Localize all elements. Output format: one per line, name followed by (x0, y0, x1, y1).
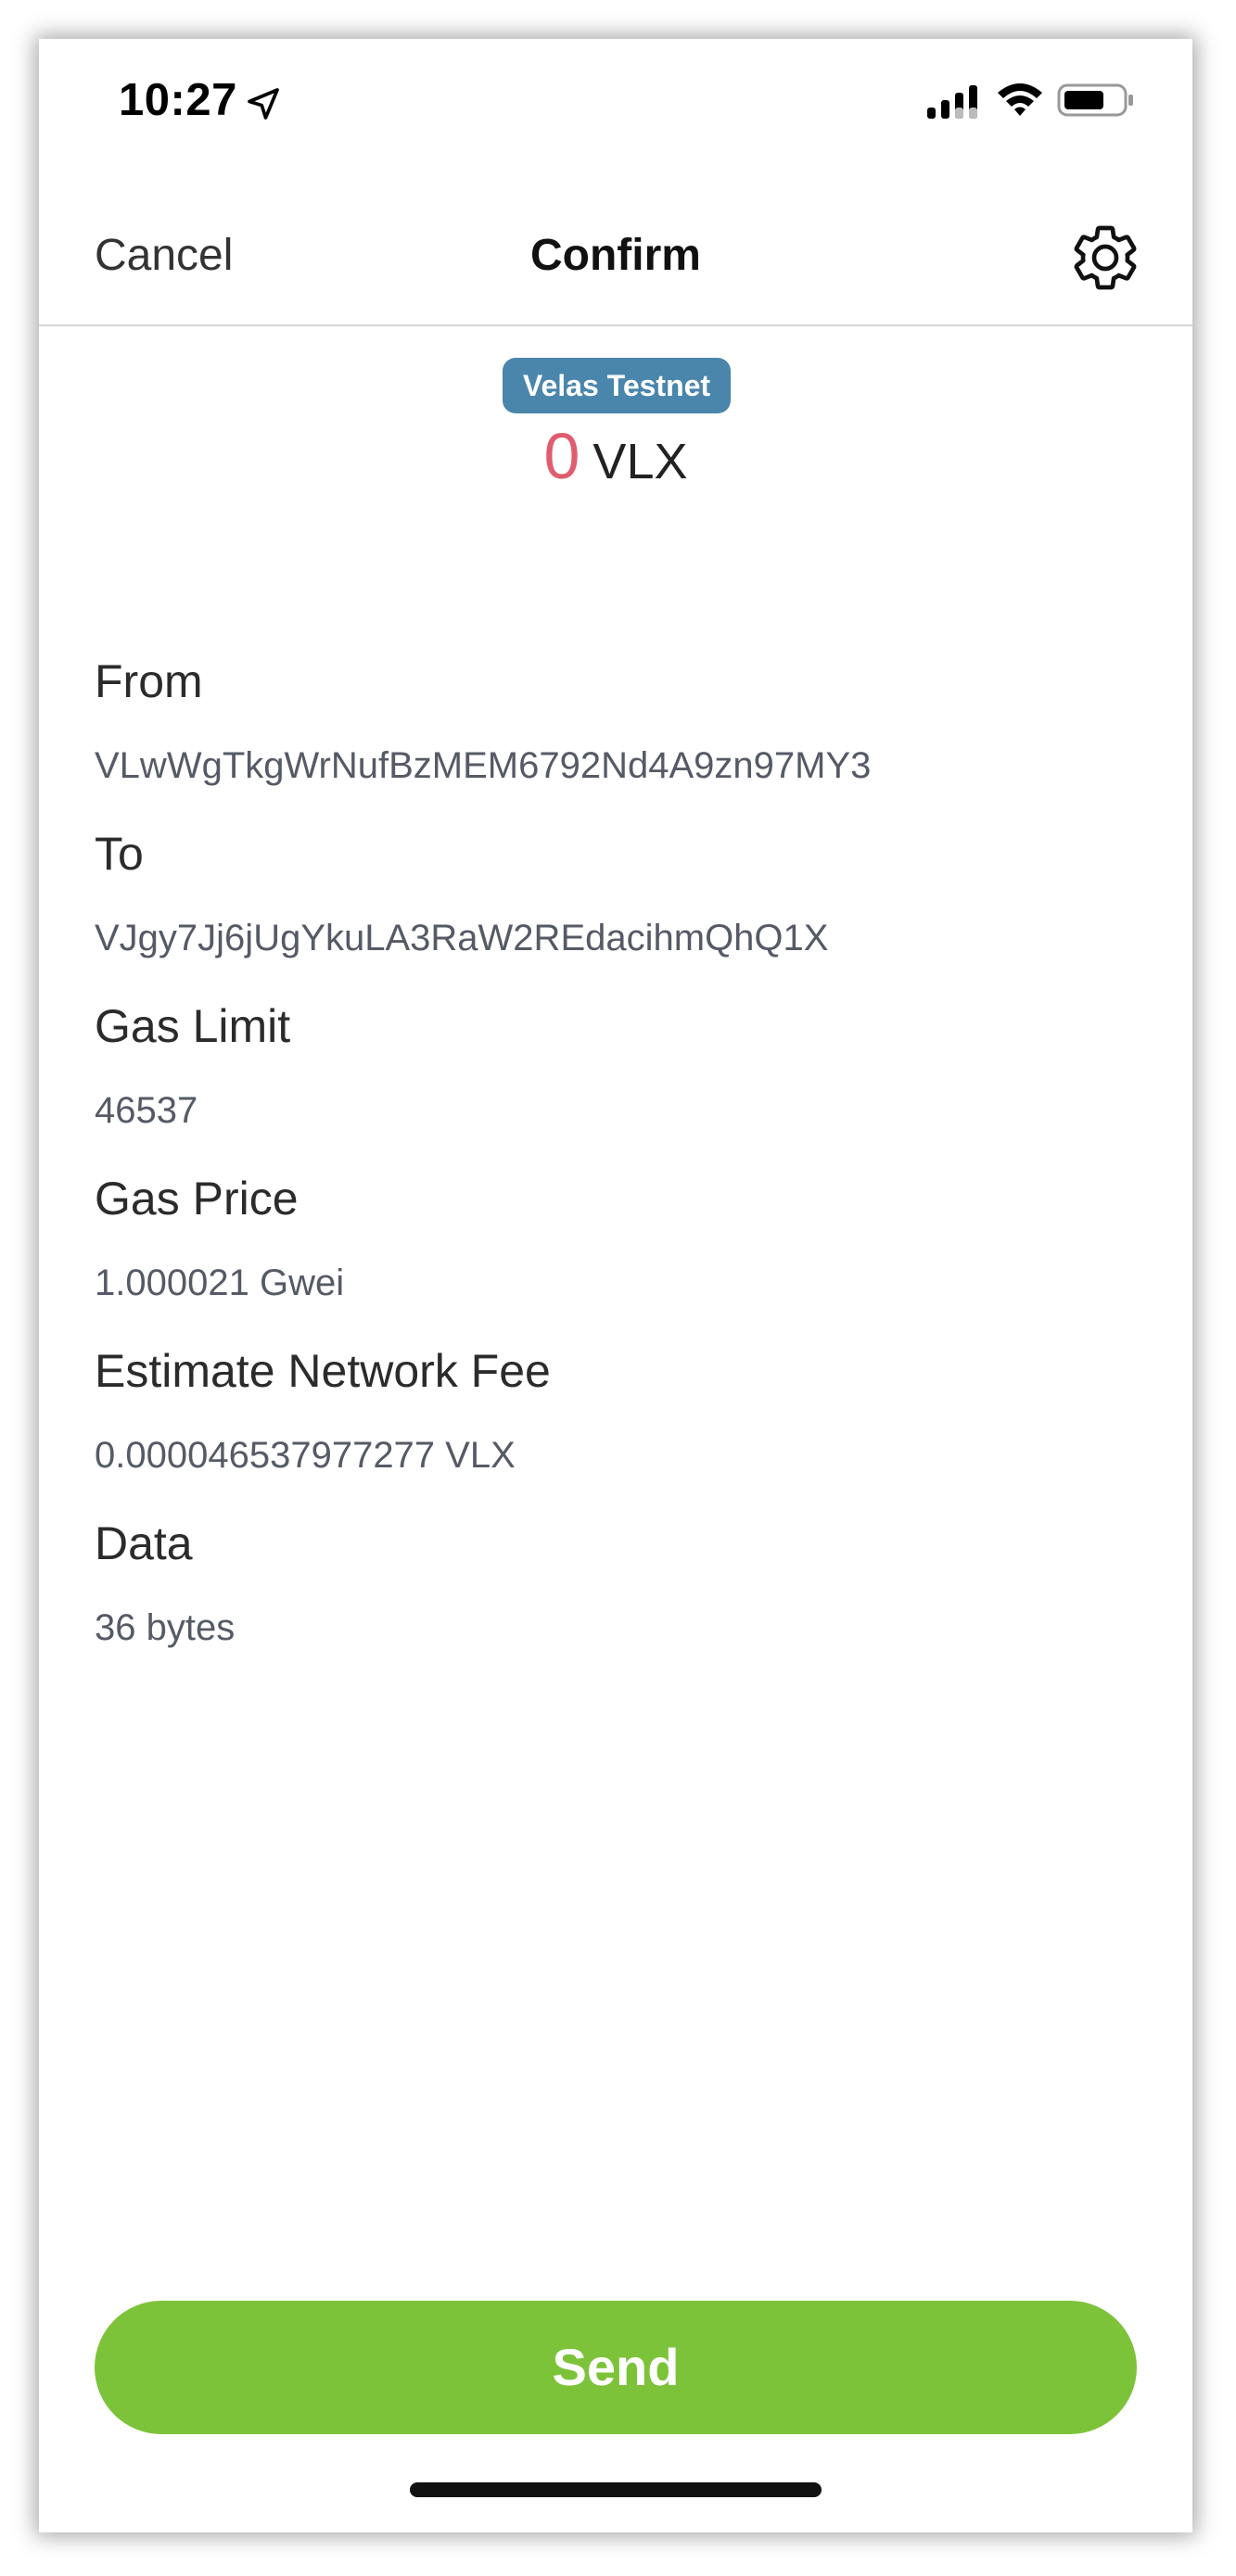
from-label: From (95, 655, 203, 707)
amount-unit: VLX (593, 434, 688, 489)
nav-bar: Cancel Confirm (39, 178, 1192, 326)
gear-icon[interactable] (1068, 221, 1142, 295)
signal-icon (927, 85, 977, 119)
amount-row: 0 VLX (39, 419, 1192, 493)
network-fee-value: 0.000046537977277 VLX (95, 1435, 516, 1476)
status-bar: 10:27 (39, 39, 1192, 178)
home-indicator[interactable] (410, 2482, 822, 2497)
gas-price-value: 1.000021 Gwei (95, 1263, 345, 1303)
battery-icon (1057, 83, 1133, 117)
gas-price-label: Gas Price (95, 1173, 299, 1225)
network-badge: Velas Testnet (503, 358, 731, 413)
phone-screen: 10:27 Cancel Confirm Velas Testnet 0 VLX… (39, 39, 1192, 2532)
data-label: Data (95, 1517, 193, 1569)
wifi-icon (998, 83, 1042, 116)
data-value: 36 bytes (95, 1607, 236, 1648)
page-title: Confirm (530, 231, 701, 280)
amount-value: 0 (543, 420, 580, 492)
send-button[interactable]: Send (95, 2301, 1137, 2434)
network-fee-label: Estimate Network Fee (95, 1345, 551, 1397)
status-time: 10:27 (119, 75, 237, 125)
gas-limit-value: 46537 (95, 1090, 198, 1131)
from-value: VLwWgTkgWrNufBzMEM6792Nd4A9zn97MY3 (95, 745, 872, 786)
to-value: VJgy7Jj6jUgYkuLA3RaW2REdacihmQhQ1X (95, 918, 829, 958)
gas-limit-label: Gas Limit (95, 1000, 291, 1052)
to-label: To (95, 828, 144, 880)
location-arrow-icon (248, 88, 279, 120)
